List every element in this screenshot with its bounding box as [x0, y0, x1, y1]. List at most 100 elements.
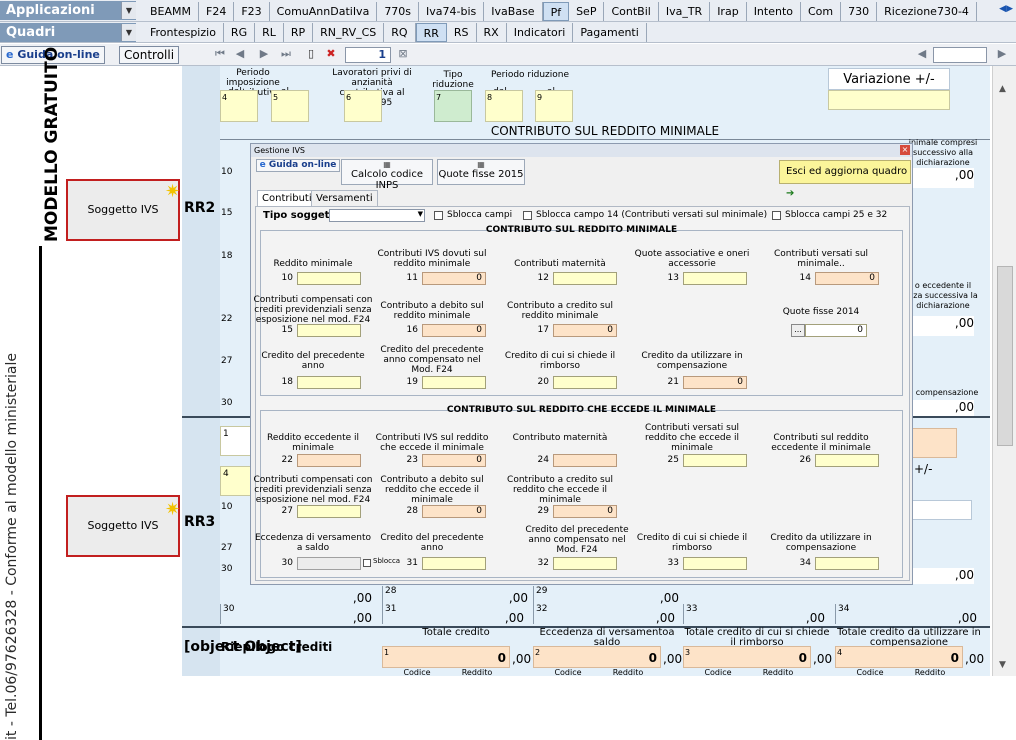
bottom-field-27[interactable]: ,00 — [220, 586, 380, 605]
field-24[interactable] — [553, 454, 617, 467]
tab-rx[interactable]: RX — [477, 23, 507, 42]
applicazioni-dropdown[interactable]: Applicazioni ▼ — [0, 1, 136, 20]
field-4[interactable]: 4 — [220, 90, 258, 122]
field-14[interactable]: 0 — [815, 272, 879, 285]
quadri-dropdown[interactable]: Quadri ▼ — [0, 23, 136, 42]
tab-indicatori[interactable]: Indicatori — [507, 23, 574, 42]
scroll-right-icon[interactable]: ▶ — [996, 48, 1008, 60]
tab-sep[interactable]: SeP — [569, 2, 605, 21]
next-page-icon[interactable]: ▶ — [258, 48, 270, 60]
tab-contributi[interactable]: Contributi — [257, 190, 317, 206]
chevron-down-icon[interactable]: ▼ — [121, 2, 136, 19]
soggetto-ivs-button-rr2[interactable]: Soggetto IVS — [66, 179, 180, 241]
vertical-scrollbar[interactable]: ▲ ▼ — [992, 66, 1016, 676]
field-quote-fisse-2014[interactable]: 0 — [805, 324, 867, 337]
field-17[interactable]: 0 — [553, 324, 617, 337]
sblocca-campi-25-32-checkbox[interactable] — [772, 211, 781, 220]
field-11[interactable]: 0 — [422, 272, 486, 285]
field-25[interactable] — [683, 454, 747, 467]
tab-ricezione730-4[interactable]: Ricezione730-4 — [877, 2, 977, 21]
quote-fisse-2015-button[interactable]: ▦ Quote fisse 2015 — [437, 159, 525, 185]
new-page-icon[interactable]: ▯ — [305, 48, 317, 60]
soggetto-ivs-button-rr3[interactable]: Soggetto IVS — [66, 495, 180, 557]
chevron-down-icon[interactable]: ▼ — [121, 24, 136, 41]
tab-rn_rv_cs[interactable]: RN_RV_CS — [313, 23, 385, 42]
tab-rp[interactable]: RP — [284, 23, 314, 42]
scrollbar-thumb[interactable] — [997, 266, 1013, 446]
esci-aggiorna-button[interactable]: Esci ed aggiorna quadro ➔ — [779, 160, 911, 199]
tab-com[interactable]: Com — [801, 2, 842, 21]
tab-rl[interactable]: RL — [255, 23, 284, 42]
rr3-field-4[interactable]: 4 — [220, 466, 252, 496]
field-33[interactable] — [683, 557, 747, 570]
scroll-left-icon[interactable]: ◀ — [916, 48, 928, 60]
bottom-field-28[interactable]: 28,00 — [382, 586, 530, 605]
bottom-field-33[interactable]: 33,00 — [683, 604, 833, 625]
field-8[interactable]: 8 — [485, 90, 523, 122]
tab-rr[interactable]: RR — [415, 23, 447, 42]
field-9[interactable]: 9 — [535, 90, 573, 122]
quote-fisse-picker-button[interactable]: ... — [791, 324, 805, 337]
field-22[interactable] — [297, 454, 361, 467]
field-27[interactable] — [297, 505, 361, 518]
rr4-field-2[interactable]: 20 — [533, 646, 661, 668]
field-18[interactable] — [297, 376, 361, 389]
bottom-field-30[interactable]: 30,00 — [220, 604, 380, 625]
tab-rs[interactable]: RS — [447, 23, 477, 42]
field-7[interactable]: 7 — [434, 90, 472, 122]
rr4-field-1[interactable]: 10 — [382, 646, 510, 668]
tab-irap[interactable]: Irap — [710, 2, 747, 21]
field-30[interactable] — [297, 557, 361, 570]
tab-contbil[interactable]: ContBil — [604, 2, 659, 21]
tab-pagamenti[interactable]: Pagamenti — [573, 23, 647, 42]
field-26[interactable] — [815, 454, 879, 467]
field-21[interactable]: 0 — [683, 376, 747, 389]
tab-versamenti[interactable]: Versamenti — [311, 190, 378, 206]
page-number-input[interactable]: 1 — [345, 47, 391, 63]
bottom-field-29[interactable]: 29,00 — [533, 586, 681, 605]
variazione-field[interactable] — [828, 90, 950, 110]
controlli-button[interactable]: Controlli — [119, 46, 180, 64]
field-34[interactable] — [815, 557, 879, 570]
last-page-icon[interactable]: ⏭ — [280, 48, 292, 60]
tab-rq[interactable]: RQ — [384, 23, 416, 42]
bottom-field-31[interactable]: 31,00 — [382, 604, 532, 625]
sblocca-campo-14-checkbox[interactable] — [523, 211, 532, 220]
field-12[interactable] — [553, 272, 617, 285]
tab-comuanndatiiva[interactable]: ComuAnnDatiIva — [270, 2, 378, 21]
prev-page-icon[interactable]: ◀ — [234, 48, 246, 60]
chevron-down-icon[interactable]: ▼ — [418, 210, 423, 218]
rr3-field-1[interactable]: 1 — [220, 426, 252, 456]
rr4-field-4[interactable]: 40 — [835, 646, 963, 668]
tab-intento[interactable]: Intento — [747, 2, 801, 21]
tipo-soggetto-select[interactable]: ▼ — [329, 209, 425, 222]
rr3-side-field[interactable] — [912, 428, 957, 458]
field-6[interactable]: 6 — [344, 90, 382, 122]
field-31[interactable] — [422, 557, 486, 570]
field-15[interactable] — [297, 324, 361, 337]
rr3-side-input[interactable] — [912, 500, 972, 520]
tab-f23[interactable]: F23 — [234, 2, 270, 21]
sblocca-campi-checkbox[interactable] — [434, 211, 443, 220]
tab-iva74-bis[interactable]: Iva74-bis — [419, 2, 485, 21]
first-page-icon[interactable]: ⏮ — [214, 48, 226, 60]
tab-770s[interactable]: 770s — [377, 2, 420, 21]
tab-ivabase[interactable]: IvaBase — [484, 2, 543, 21]
scroll-down-icon[interactable]: ▼ — [999, 660, 1006, 670]
delete-page-icon[interactable]: ✖ — [325, 48, 337, 60]
scroll-up-icon[interactable]: ▲ — [999, 84, 1006, 94]
dialog-guida-button[interactable]: e Guida on-line — [256, 159, 340, 172]
tab-beamm[interactable]: BEAMM — [143, 2, 200, 21]
field-13[interactable] — [683, 272, 747, 285]
tab-rg[interactable]: RG — [224, 23, 256, 42]
tab-730[interactable]: 730 — [841, 2, 878, 21]
tab-frontespizio[interactable]: Frontespizio — [143, 23, 224, 42]
calcolo-codice-inps-button[interactable]: ▦ Calcolo codice INPS — [341, 159, 433, 191]
field-16[interactable]: 0 — [422, 324, 486, 337]
tab-scroll-arrows-icon[interactable]: ◀▶ — [999, 4, 1013, 14]
field-29[interactable]: 0 — [553, 505, 617, 518]
zoom-input[interactable] — [933, 47, 987, 63]
clear-icon[interactable]: ⊠ — [397, 48, 409, 60]
field-20[interactable] — [553, 376, 617, 389]
field-19[interactable] — [422, 376, 486, 389]
